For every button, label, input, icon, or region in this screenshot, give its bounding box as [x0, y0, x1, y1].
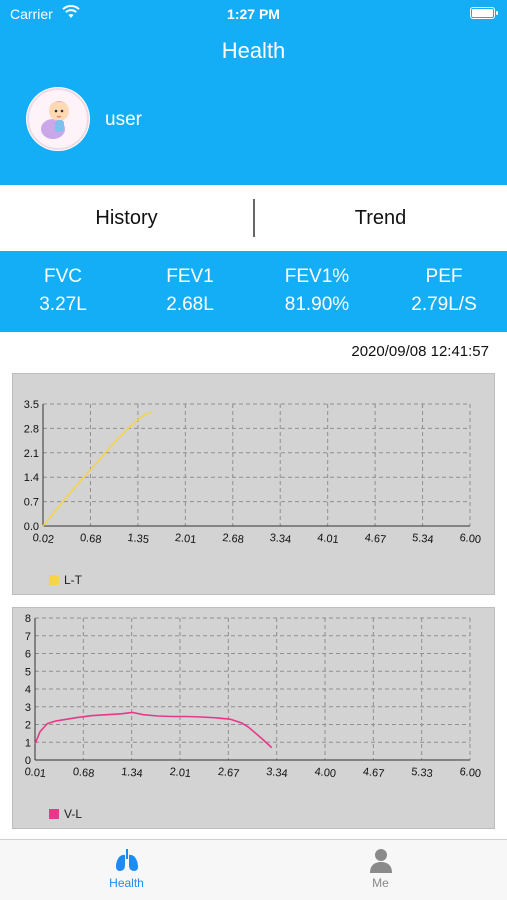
y-tick-label: 8	[25, 613, 31, 625]
metric-value: 2.79L/S	[411, 294, 477, 315]
y-tick-label: 0.0	[24, 521, 39, 533]
y-tick-label: 2.1	[24, 448, 39, 460]
metric-fvc: FVC 3.27L	[0, 263, 126, 319]
y-tick-label: 0.7	[24, 497, 39, 509]
lt-legend: L-T	[49, 573, 82, 587]
y-tick-label: 4	[25, 684, 31, 696]
x-tick-label: 1.34	[121, 766, 144, 780]
x-tick-label: 0.02	[32, 532, 55, 546]
x-tick-label: 5.33	[411, 766, 434, 780]
app-header: Carrier 1:27 PM Health user	[0, 0, 507, 185]
measurement-timestamp: 2020/09/08 12:41:57	[351, 343, 489, 360]
y-tick-label: 1	[25, 737, 31, 749]
metric-label: FEV1%	[284, 266, 350, 287]
y-tick-label: 3.5	[24, 399, 39, 411]
series-line-l-t	[42, 411, 153, 527]
x-tick-label: 2.01	[169, 766, 192, 780]
lungs-icon	[115, 849, 138, 871]
x-tick-label: 4.00	[314, 766, 337, 780]
metric-fev1-percent: FEV1% 81.90%	[254, 263, 380, 319]
y-tick-label: 2	[25, 720, 31, 732]
y-tick-label: 7	[25, 631, 31, 643]
x-tick-label: 0.68	[79, 532, 102, 546]
avatar-image	[27, 88, 89, 150]
lt-chart: 0.0 0.7 1.4 2.1 2.8 3.5 0.02 0.68 1.35 2.01 2.68 3.…	[24, 399, 482, 546]
tabbar-health[interactable]: Health	[0, 846, 253, 890]
x-tick-label: 3.34	[269, 532, 292, 546]
metric-value: 2.68L	[166, 294, 214, 315]
vl-chart: 0123456780.01 0.68 1.34 2.01 2.67 3.34 4.00 4.6…	[24, 613, 482, 780]
y-tick-label: 1.4	[24, 472, 39, 484]
metric-value: 3.27L	[39, 294, 87, 315]
x-tick-label: 2.01	[174, 532, 197, 546]
tab-trend[interactable]: Trend	[254, 185, 507, 251]
x-tick-label: 1.35	[127, 532, 150, 546]
battery-icon	[470, 7, 498, 19]
vl-legend-label: V-L	[64, 807, 83, 821]
person-icon	[369, 849, 392, 873]
x-tick-label: 0.01	[24, 766, 47, 780]
y-tick-label: 6	[25, 649, 31, 661]
x-tick-label: 4.01	[317, 532, 340, 546]
status-time: 1:27 PM	[227, 6, 280, 22]
x-tick-label: 6.00	[459, 766, 482, 780]
tabbar-health-label: Health	[109, 876, 144, 890]
tabbar-me[interactable]: Me	[254, 846, 507, 890]
lt-legend-swatch	[49, 575, 59, 585]
metric-pef: PEF 2.79L/S	[381, 263, 507, 319]
metric-label: FEV1	[166, 266, 214, 287]
lt-legend-label: L-T	[64, 573, 82, 587]
lt-chart-panel: 0.0 0.7 1.4 2.1 2.8 3.5 0.02 0.68 1.35 2.01 2.68 3.…	[12, 373, 495, 595]
metric-value: 81.90%	[284, 294, 350, 315]
x-tick-label: 2.67	[217, 766, 240, 780]
y-tick-label: 5	[25, 666, 31, 678]
metric-fev1: FEV1 2.68L	[127, 263, 253, 319]
metric-label: FVC	[44, 266, 82, 287]
avatar[interactable]	[26, 87, 90, 151]
x-tick-label: 6.00	[459, 532, 482, 546]
view-tabs: History Trend	[0, 185, 507, 251]
x-tick-label: 5.34	[412, 532, 435, 546]
x-tick-label: 4.67	[364, 532, 387, 546]
x-tick-label: 3.34	[266, 766, 289, 780]
y-tick-label: 3	[25, 702, 31, 714]
tab-history[interactable]: History	[0, 185, 253, 251]
bottom-tabbar: Health Me	[0, 840, 507, 900]
vl-chart-panel: 0 1 2 3 4 5 6 7 8 0.01 0.68 1.34 2.01 2.67 3.34 4.00 4.6…	[12, 607, 495, 829]
tabbar-me-label: Me	[372, 876, 389, 890]
vl-legend: V-L	[49, 807, 82, 821]
y-tick-label: 2.8	[24, 423, 39, 435]
status-bar: Carrier 1:27 PM	[0, 0, 507, 28]
page-title: Health	[221, 38, 286, 63]
metric-label: PEF	[425, 266, 463, 287]
metrics-band: FVC 3.27L FEV1 2.68L FEV1% 81.90% PEF 2.…	[0, 251, 507, 332]
username: user	[105, 109, 142, 130]
x-tick-label: 2.68	[222, 532, 245, 546]
vl-legend-swatch	[49, 809, 59, 819]
x-tick-label: 0.68	[72, 766, 95, 780]
x-tick-label: 4.67	[362, 766, 385, 780]
